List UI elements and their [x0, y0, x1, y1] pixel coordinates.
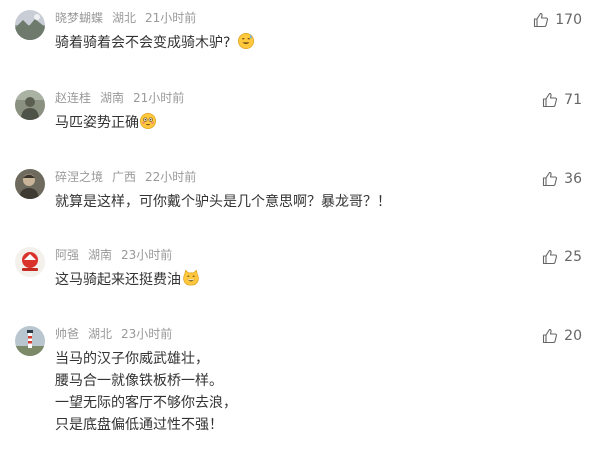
- timestamp: 21小时前: [145, 11, 197, 25]
- like-count: 71: [564, 92, 582, 108]
- avatar[interactable]: [15, 90, 45, 120]
- comment-text: 就算是这样，可你戴个驴头是几个意思啊？暴龙哥？！: [55, 194, 391, 210]
- comment-item: 阿强 湖南 23小时前 这马骑起来还挺费油 25: [0, 247, 599, 297]
- comment-text: 马匹姿势正确: [55, 112, 157, 134]
- timestamp: 23小时前: [121, 248, 173, 262]
- text-line: 腰马合一就像铁板桥一样。: [55, 373, 223, 389]
- flushed-face-emoji: [139, 112, 157, 130]
- avatar[interactable]: [15, 247, 45, 277]
- like-count: 20: [564, 328, 582, 344]
- like-count: 25: [564, 249, 582, 265]
- comment-text: 当马的汉子你威武雄壮， 腰马合一就像铁板桥一样。 一望无际的客厅不够你去浪， 只…: [55, 348, 237, 436]
- like-count: 36: [564, 171, 582, 187]
- location: 湖南: [100, 91, 125, 105]
- timestamp: 21小时前: [133, 91, 185, 105]
- like-button[interactable]: 25: [542, 249, 582, 265]
- like-button[interactable]: 170: [533, 12, 582, 28]
- username[interactable]: 碎涅之境: [55, 170, 103, 184]
- comment-item: 赵连桂 湖南 21小时前 马匹姿势正确 71: [0, 90, 599, 140]
- comment-item: 帅爸 湖北 23小时前 当马的汉子你威武雄壮， 腰马合一就像铁板桥一样。 一望无际的…: [0, 326, 599, 441]
- username[interactable]: 晓梦蝴蝶: [55, 11, 103, 25]
- timestamp: 23小时前: [121, 327, 173, 341]
- comment-text: 骑着骑着会不会变成骑木驴?: [55, 32, 255, 54]
- comment-item: 碎涅之境 广西 22小时前 就算是这样，可你戴个驴头是几个意思啊？暴龙哥？！ 36: [0, 169, 599, 219]
- sweat-smile-emoji: [237, 32, 254, 50]
- username[interactable]: 帅爸: [55, 327, 79, 341]
- location: 湖北: [112, 11, 137, 25]
- location: 湖北: [88, 327, 113, 341]
- text-line: 只是底盘偏低通过性不强！: [55, 417, 223, 433]
- comment-meta: 帅爸 湖北 23小时前: [55, 327, 172, 341]
- location: 广西: [112, 170, 137, 184]
- thumbs-up-icon: [543, 171, 558, 187]
- like-button[interactable]: 71: [542, 92, 582, 108]
- comment-text: 这马骑起来还挺费油: [55, 269, 200, 291]
- comment-meta: 碎涅之境 广西 22小时前: [55, 170, 196, 184]
- thumbs-up-icon: [543, 328, 558, 344]
- location: 湖南: [88, 248, 113, 262]
- like-button[interactable]: 36: [542, 171, 582, 187]
- text-line: 当马的汉子你威武雄壮，: [55, 351, 209, 367]
- username[interactable]: 阿强: [55, 248, 79, 262]
- avatar[interactable]: [15, 326, 45, 356]
- avatar[interactable]: [15, 10, 45, 40]
- text-line: 一望无际的客厅不够你去浪，: [55, 395, 237, 411]
- comment-item: 晓梦蝴蝶 湖北 21小时前 骑着骑着会不会变成骑木驴? 170: [0, 10, 599, 60]
- username[interactable]: 赵连桂: [55, 91, 91, 105]
- thumbs-up-icon: [543, 92, 558, 108]
- avatar[interactable]: [15, 169, 45, 199]
- comment-meta: 晓梦蝴蝶 湖北 21小时前: [55, 11, 196, 25]
- like-count: 170: [555, 12, 582, 28]
- like-button[interactable]: 20: [542, 328, 582, 344]
- comment-meta: 赵连桂 湖南 21小时前: [55, 91, 184, 105]
- cat-grin-emoji: [183, 269, 199, 286]
- timestamp: 22小时前: [145, 170, 197, 184]
- thumbs-up-icon: [534, 12, 549, 28]
- comment-meta: 阿强 湖南 23小时前: [55, 248, 172, 262]
- thumbs-up-icon: [543, 249, 558, 265]
